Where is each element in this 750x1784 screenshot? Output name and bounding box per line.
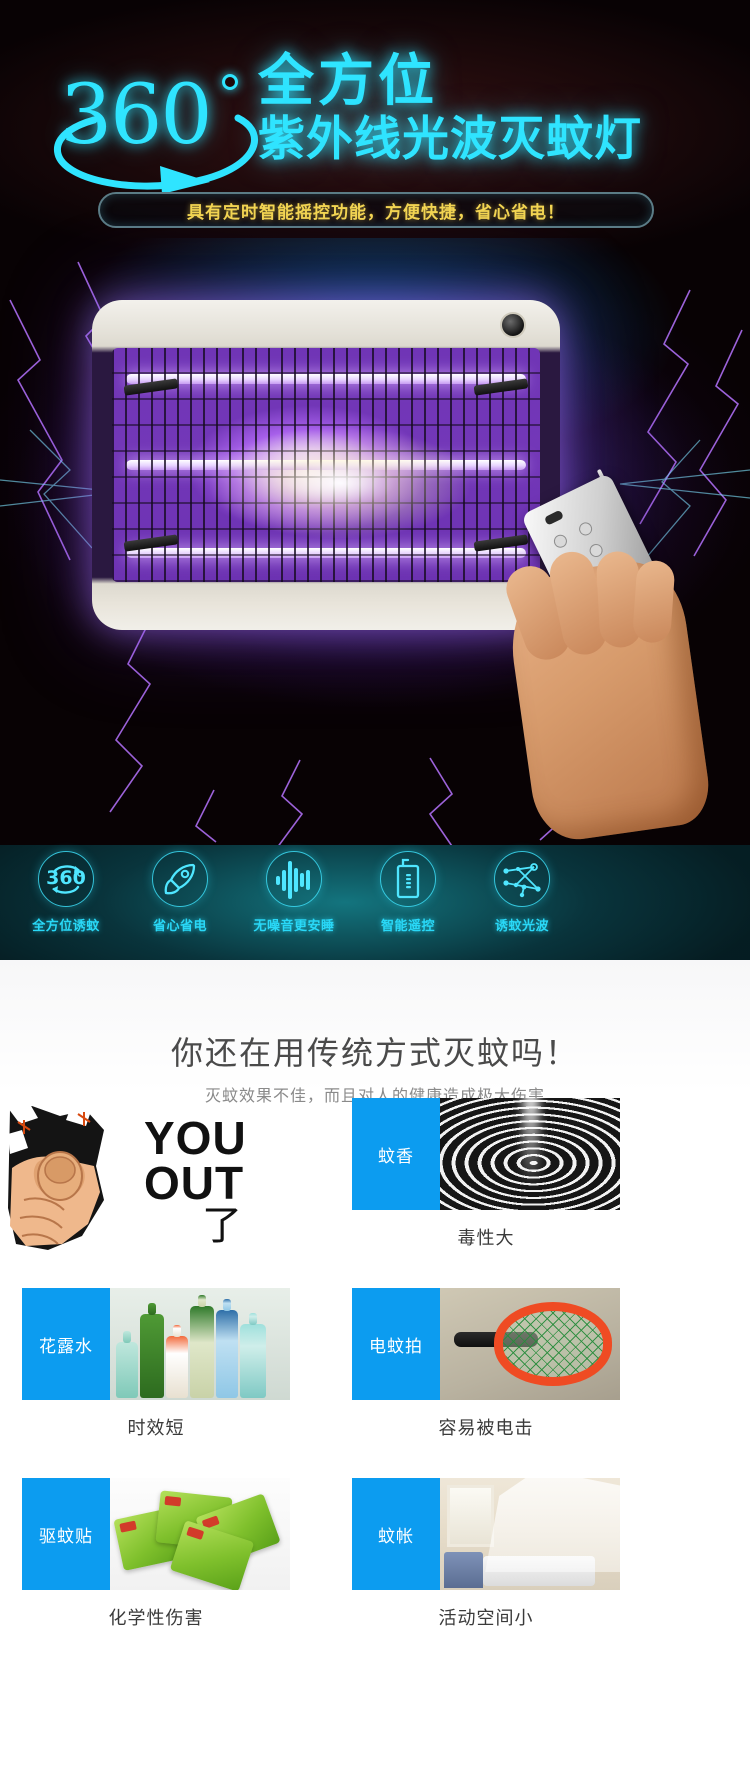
card-image-3: 驱蚊贴 bbox=[22, 1478, 290, 1590]
feature-item-silent[interactable]: 无噪音更安睡 bbox=[242, 851, 346, 955]
feature-item-power-saving[interactable]: 省心省电 bbox=[128, 851, 232, 955]
orbit-arrow-icon bbox=[54, 114, 258, 194]
card-caption-4: 活动空间小 bbox=[438, 1608, 534, 1628]
lamp-grid-panel bbox=[112, 348, 540, 582]
feature-item-360[interactable]: 360 全方位诱蚊 bbox=[14, 851, 118, 955]
remote-control-icon bbox=[380, 851, 436, 907]
sound-wave-icon bbox=[266, 851, 322, 907]
hero-title-block: 全方位 紫外线光波灭蚊灯 bbox=[258, 49, 738, 165]
pointing-fist-icon bbox=[8, 1104, 104, 1250]
360-graphic: 360 bbox=[38, 58, 283, 194]
hero-title-line1: 全方位 bbox=[258, 49, 438, 112]
mosquito-coil-photo bbox=[440, 1098, 620, 1210]
card-tag-2: 电蚊拍 bbox=[352, 1288, 440, 1400]
comparison-card-0[interactable]: 蚊香 毒性大 bbox=[352, 1098, 620, 1250]
comparison-card-2[interactable]: 电蚊拍 容易被电击 bbox=[352, 1288, 620, 1440]
degree-circle-icon bbox=[222, 74, 238, 90]
hand-with-remote bbox=[484, 468, 714, 850]
card-image-2: 电蚊拍 bbox=[352, 1288, 620, 1400]
comparison-card-3[interactable]: 驱蚊贴 化学性伤害 bbox=[22, 1478, 290, 1630]
card-caption-2: 容易被电击 bbox=[438, 1418, 534, 1438]
feature-list: 360 全方位诱蚊 省心省电 无噪音更安睡 智能遥控 诱蚊光波 bbox=[14, 851, 574, 955]
lamp-power-knob-icon bbox=[500, 312, 526, 338]
you-out-callout: YOU OUT 了 bbox=[8, 1098, 338, 1258]
hero-title-line2: 紫外线光波灭蚊灯 bbox=[258, 111, 642, 165]
you-out-line1: YOU bbox=[144, 1112, 247, 1164]
repellent-bottles-photo bbox=[110, 1288, 290, 1400]
card-tag-0: 蚊香 bbox=[352, 1098, 440, 1210]
comparison-card-4[interactable]: 蚊帐 活动空间小 bbox=[352, 1478, 620, 1630]
electric-swatter-photo bbox=[440, 1288, 620, 1400]
card-tag-4: 蚊帐 bbox=[352, 1478, 440, 1590]
card-image-4: 蚊帐 bbox=[352, 1478, 620, 1590]
feature-item-remote[interactable]: 智能遥控 bbox=[356, 851, 460, 955]
feature-label-0: 全方位诱蚊 bbox=[32, 918, 100, 933]
rocket-icon bbox=[152, 851, 208, 907]
hero-section: 360 全方位 紫外线光波灭蚊灯 具有定时智能摇控功能，方便快捷，省心省电！ 3… bbox=[0, 0, 750, 960]
svg-text:360: 360 bbox=[46, 867, 86, 889]
card-caption-3: 化学性伤害 bbox=[108, 1608, 204, 1628]
light-wave-network-icon bbox=[494, 851, 550, 907]
remote-button-1 bbox=[551, 532, 570, 550]
feature-label-1: 省心省电 bbox=[152, 918, 207, 933]
feature-label-2: 无噪音更安睡 bbox=[253, 918, 335, 933]
hero-feature-banner: 具有定时智能摇控功能，方便快捷，省心省电！ bbox=[98, 192, 654, 228]
card-tag-1: 花露水 bbox=[22, 1288, 110, 1400]
comparison-card-1[interactable]: 花露水 时效短 bbox=[22, 1288, 290, 1440]
hero-headline: 360 全方位 紫外线光波灭蚊灯 bbox=[0, 49, 750, 194]
you-out-line2: OUT bbox=[144, 1157, 245, 1210]
repellent-patch-photo bbox=[110, 1478, 290, 1590]
remote-button-2 bbox=[576, 520, 595, 538]
mosquito-net-photo bbox=[440, 1478, 620, 1590]
feature-strip: 360 全方位诱蚊 省心省电 无噪音更安睡 智能遥控 诱蚊光波 bbox=[0, 845, 750, 960]
you-out-text: YOU OUT 了 bbox=[144, 1112, 247, 1249]
you-out-line3: 了 bbox=[202, 1204, 242, 1249]
card-image-1: 花露水 bbox=[22, 1288, 290, 1400]
hero-feature-banner-text: 具有定时智能摇控功能，方便快捷，省心省电！ bbox=[187, 202, 565, 223]
card-caption-0: 毒性大 bbox=[457, 1228, 515, 1248]
feature-label-4: 诱蚊光波 bbox=[494, 918, 549, 933]
rotate-360-icon: 360 bbox=[38, 851, 94, 907]
feature-label-3: 智能遥控 bbox=[380, 918, 435, 933]
card-image-0: 蚊香 bbox=[352, 1098, 620, 1210]
finger-pinky bbox=[631, 559, 676, 644]
remote-screen bbox=[543, 509, 565, 526]
card-caption-1: 时效短 bbox=[127, 1418, 185, 1438]
hand-illustration bbox=[500, 547, 714, 845]
feature-item-lightwave[interactable]: 诱蚊光波 bbox=[470, 851, 574, 955]
comparison-heading: 你还在用传统方式灭蚊吗！ bbox=[170, 1035, 579, 1071]
card-tag-3: 驱蚊贴 bbox=[22, 1478, 110, 1590]
